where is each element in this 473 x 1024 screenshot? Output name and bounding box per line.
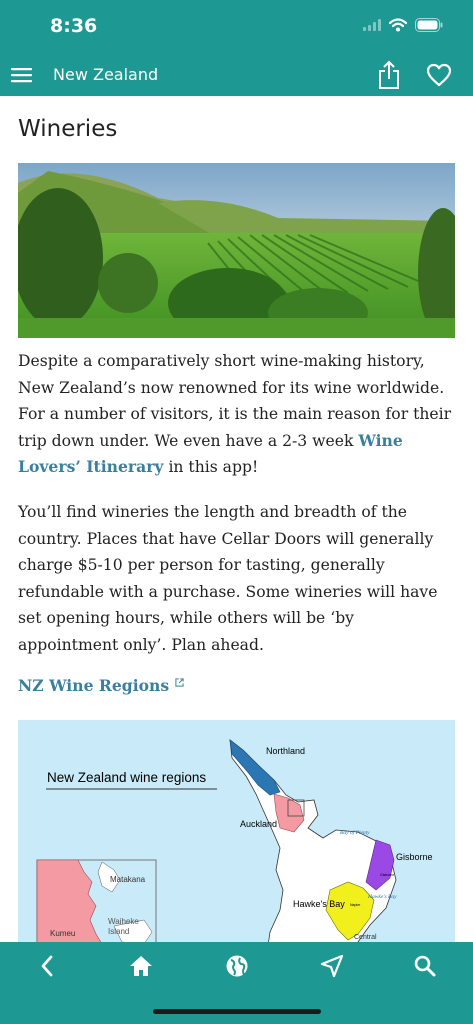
label-hawkes-bay: Hawke's Bay [293, 899, 345, 909]
vineyard-hero-image [18, 163, 455, 338]
label-auckland: Auckland [240, 819, 277, 829]
search-icon[interactable] [411, 952, 439, 980]
label-kumeu: Kumeu [50, 929, 75, 938]
label-northland: Northland [266, 746, 305, 756]
content-scroll-area[interactable]: Wineries Despite a comparatively short w… [0, 96, 473, 942]
back-chevron-icon[interactable] [34, 952, 62, 980]
map-title: New Zealand wine regions [47, 770, 206, 785]
page-title: Wineries [18, 116, 118, 142]
battery-icon [415, 18, 443, 32]
label-waiheke: Waiheke [108, 917, 139, 926]
menu-icon[interactable] [10, 65, 34, 85]
heart-icon[interactable] [426, 63, 452, 87]
wifi-icon [389, 18, 407, 32]
status-icons [363, 18, 443, 32]
status-bar: 8:36 [0, 0, 473, 54]
label-matakana: Matakana [110, 875, 146, 884]
share-icon[interactable] [377, 60, 401, 90]
nz-wine-regions-label: NZ Wine Regions [18, 676, 170, 695]
label-bay-of-plenty: Bay of Plenty [340, 829, 370, 836]
label-gisborne-town: Gisborne [380, 873, 394, 877]
cellular-signal-icon [363, 19, 381, 31]
location-arrow-icon[interactable] [318, 952, 346, 980]
nz-wine-regions-map[interactable]: New Zealand wine regions Northland Auckl… [18, 720, 455, 942]
label-hawkes-bay-sea: Hawke's Bay [367, 894, 397, 900]
nz-wine-regions-link[interactable]: NZ Wine Regions [18, 676, 184, 695]
intro-end-text: in this app! [163, 458, 259, 476]
label-napier: Napier [350, 903, 361, 907]
home-icon[interactable] [127, 952, 155, 980]
nav-title: New Zealand [53, 65, 159, 84]
cellar-door-paragraph: You’ll find wineries the length and brea… [18, 503, 438, 654]
label-island: Island [108, 927, 129, 936]
navigation-bar: New Zealand [0, 54, 473, 96]
home-indicator[interactable] [153, 1009, 321, 1014]
globe-icon[interactable] [223, 952, 251, 980]
external-link-icon [174, 678, 184, 687]
status-time: 8:36 [50, 15, 98, 37]
intro-paragraph: Despite a comparatively short wine-makin… [18, 348, 458, 481]
label-gisborne: Gisborne [396, 852, 433, 862]
label-central: Central [354, 934, 377, 941]
